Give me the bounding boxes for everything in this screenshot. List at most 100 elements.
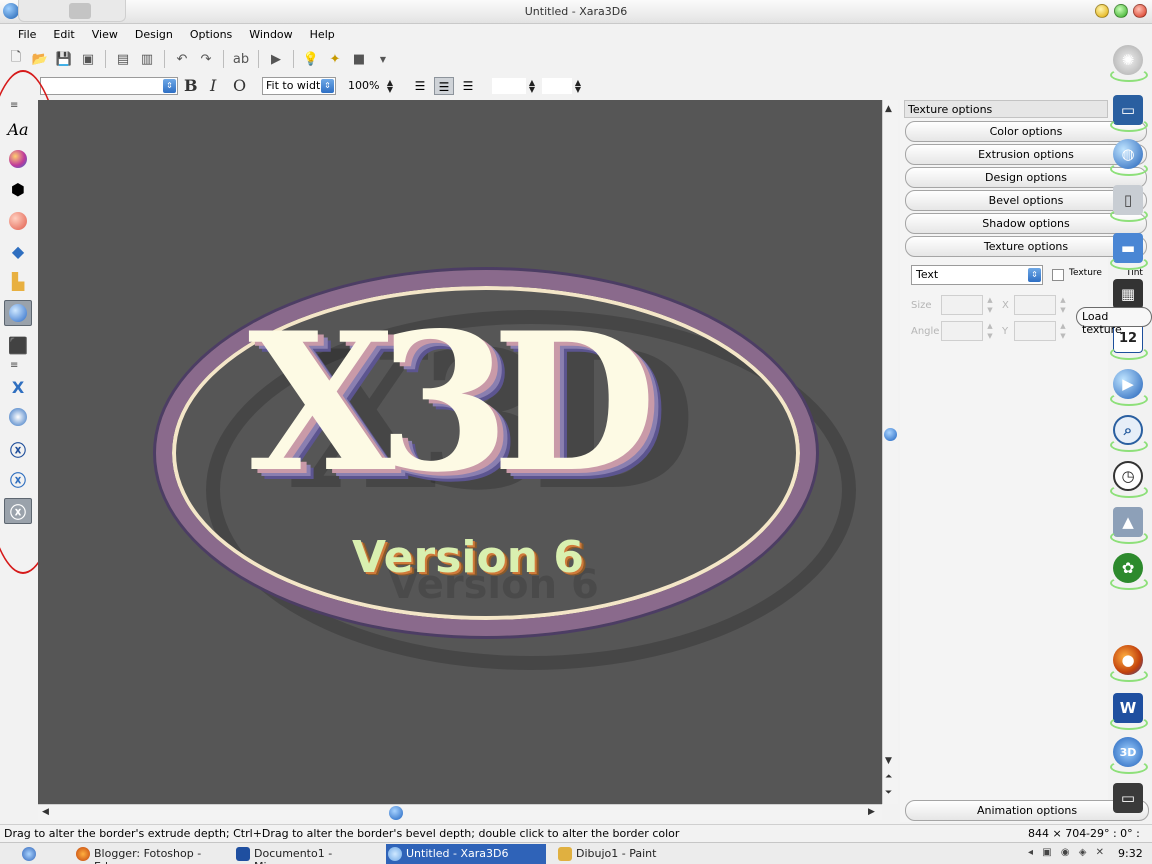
angle-spinner[interactable]: ▲ ▼ (984, 321, 996, 341)
spacing-spinner[interactable]: ▲ ▼ (526, 79, 538, 94)
x-spinner[interactable]: ▲ ▼ (1057, 295, 1069, 315)
fit-select-value: Fit to width (266, 79, 328, 92)
menu-design[interactable]: Design (135, 28, 173, 41)
light-bulb-icon[interactable]: 💡 (301, 49, 321, 69)
chevron-down-icon[interactable]: ⇕ (163, 79, 176, 93)
chevron-down-icon[interactable]: ⇕ (321, 79, 334, 93)
menu-file[interactable]: File (18, 28, 36, 41)
animation-play-icon[interactable]: ▶ (266, 49, 286, 69)
close-button[interactable] (1133, 4, 1147, 18)
dock-halo (1110, 346, 1148, 360)
design-canvas[interactable]: X3D X3D Version 6 Version 6 (38, 100, 882, 804)
menu-options[interactable]: Options (190, 28, 232, 41)
dock-item[interactable]: ▭ (1108, 92, 1148, 132)
dock-item[interactable]: ✿ (1108, 550, 1148, 590)
font-select[interactable]: ⇕ (40, 77, 178, 95)
menu-help[interactable]: Help (310, 28, 335, 41)
status-message: Drag to alter the border's extrude depth… (4, 827, 680, 840)
dock-item[interactable]: ⌕ (1108, 412, 1148, 452)
dock-item[interactable]: ◍ (1108, 136, 1148, 176)
save-icon[interactable]: 💾 (54, 49, 74, 69)
vertical-scrollbar[interactable]: ▲ ▼ ⏶ ⏷ (882, 100, 898, 804)
dock-item[interactable]: ▬ (1108, 230, 1148, 270)
y-spinner[interactable]: ▲ ▼ (1057, 321, 1069, 341)
page-up-icon[interactable]: ⏶ (885, 772, 892, 782)
light-direction-icon[interactable]: ✦ (325, 49, 345, 69)
horizontal-scroll-thumb[interactable] (389, 806, 403, 820)
italic-button[interactable]: I (210, 76, 216, 95)
line-spacing-field[interactable] (542, 78, 572, 94)
start-button[interactable] (18, 844, 42, 864)
dock-item[interactable]: 3D (1108, 734, 1148, 774)
frame-icon[interactable]: ■ (349, 49, 369, 69)
zoom-value[interactable]: 100% (348, 79, 379, 92)
align-right-button[interactable]: ☰ (458, 77, 478, 95)
maximize-button[interactable] (1114, 4, 1128, 18)
x-label: X (1002, 300, 1009, 311)
align-center-button[interactable]: ☰ (434, 77, 454, 95)
texture-target-select[interactable]: Text ⇕ (911, 265, 1043, 285)
task-documento[interactable]: Documento1 - Microso... (234, 844, 384, 864)
minimize-button[interactable] (1095, 4, 1109, 18)
dock-halo (1110, 530, 1148, 544)
paste-icon[interactable]: ▥ (137, 49, 157, 69)
task-blogger[interactable]: Blogger: Fotoshop - Ed... (74, 844, 224, 864)
menu-window[interactable]: Window (249, 28, 292, 41)
title-bar: Untitled - Xara3D6 (0, 0, 1152, 24)
zoom-spinner[interactable]: ▲ ▼ (384, 79, 396, 94)
dock-item[interactable]: ✺ (1108, 42, 1148, 82)
dock-item[interactable]: ▶ (1108, 366, 1148, 406)
texture-checkbox[interactable] (1052, 269, 1064, 281)
redo-icon[interactable]: ↷ (196, 49, 216, 69)
task-label: Untitled - Xara3D6 (406, 847, 509, 860)
toolbar-divider (293, 50, 294, 68)
x-field[interactable] (1014, 295, 1056, 315)
dock-item[interactable]: ● (1108, 642, 1148, 682)
chevron-down-icon[interactable]: ⇕ (1028, 268, 1041, 282)
chevron-down-icon[interactable]: ▼ (373, 49, 393, 69)
logo-3d-text[interactable]: X3D (248, 308, 656, 498)
align-left-button[interactable]: ☰ (410, 77, 430, 95)
spell-check-icon[interactable]: ab (231, 49, 251, 69)
menu-edit[interactable]: Edit (53, 28, 74, 41)
film-icon: ▦ (1113, 279, 1143, 309)
dock-item[interactable]: ▯ (1108, 182, 1148, 222)
outline-button[interactable]: O (233, 76, 246, 95)
fit-select[interactable]: Fit to width ⇕ (262, 77, 336, 95)
export-icon[interactable]: ▣ (78, 49, 98, 69)
dock-halo (1110, 118, 1148, 132)
dock-item[interactable]: ▭ (1108, 780, 1148, 820)
open-folder-icon[interactable]: 📂 (30, 49, 50, 69)
task-paint[interactable]: Dibujo1 - Paint (556, 844, 676, 864)
bold-button[interactable]: B (184, 76, 198, 95)
line-spacing-spinner[interactable]: ▲ ▼ (572, 79, 584, 94)
y-field[interactable] (1014, 321, 1056, 341)
new-file-icon[interactable]: 🗋 (6, 49, 26, 69)
clock: 9:32 (1118, 847, 1143, 860)
version-3d-text[interactable]: Version 6 (352, 532, 584, 583)
menu-view[interactable]: View (92, 28, 118, 41)
undo-icon[interactable]: ↶ (172, 49, 192, 69)
spacing-field[interactable] (492, 78, 526, 94)
dock-item[interactable]: ▲ (1108, 504, 1148, 544)
scroll-up-icon[interactable]: ▲ (885, 104, 892, 114)
system-tray[interactable]: ◂ ▣ ◉ ◈ ✕ (1028, 847, 1107, 858)
scroll-right-icon[interactable]: ▶ (868, 807, 875, 817)
page-down-icon[interactable]: ⏷ (885, 788, 892, 798)
angle-field[interactable] (941, 321, 983, 341)
screen-icon: ▭ (1113, 783, 1143, 813)
paint-icon (558, 847, 572, 861)
size-spinner[interactable]: ▲ ▼ (984, 295, 996, 315)
import-icon[interactable]: ▤ (113, 49, 133, 69)
dock-item[interactable]: W (1108, 690, 1148, 730)
texture-target-value: Text (916, 268, 939, 281)
dock-halo (1110, 438, 1148, 452)
size-field[interactable] (941, 295, 983, 315)
vertical-scroll-thumb[interactable] (884, 428, 897, 441)
dock-halo (1110, 68, 1148, 82)
scroll-down-icon[interactable]: ▼ (885, 756, 892, 766)
dock-item[interactable]: ◷ (1108, 458, 1148, 498)
task-xara3d[interactable]: Untitled - Xara3D6 (386, 844, 546, 864)
horizontal-scrollbar[interactable]: ◀ ▶ (38, 804, 882, 820)
scroll-left-icon[interactable]: ◀ (42, 807, 49, 817)
